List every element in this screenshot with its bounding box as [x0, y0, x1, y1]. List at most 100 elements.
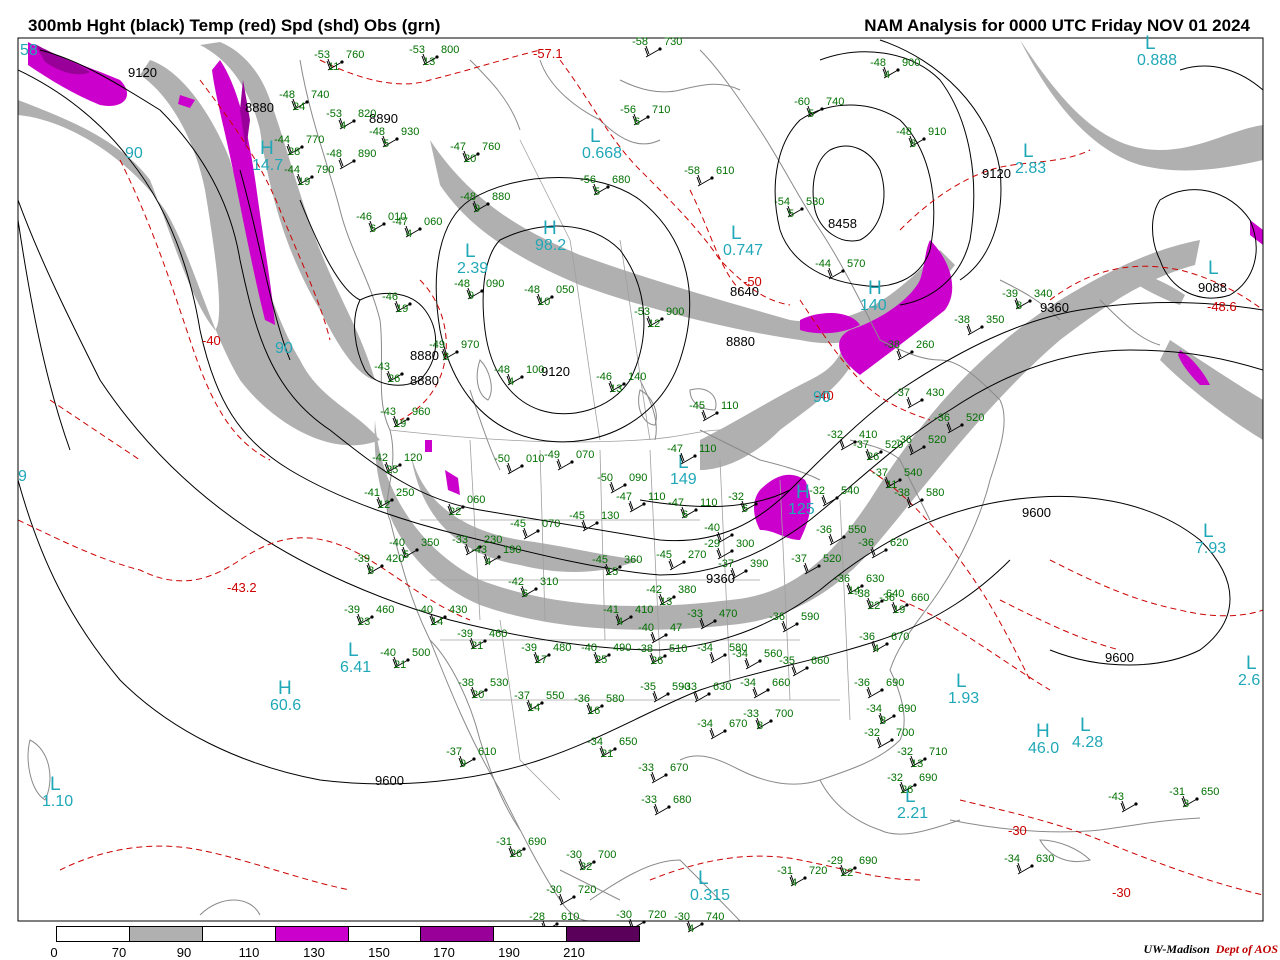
- pressure-center-value: 0.668: [582, 145, 622, 162]
- station-height: 140: [628, 371, 646, 383]
- station-temp: -32: [897, 746, 913, 758]
- station-plot: -45 130: [569, 510, 619, 532]
- station-sub: 19: [396, 303, 408, 315]
- station-temp: -43: [1108, 791, 1124, 803]
- station-height: 110: [648, 491, 666, 503]
- temperature-contour-label: -48.6: [1207, 299, 1237, 314]
- pressure-center-value: 0.315: [690, 887, 730, 904]
- station-temp: -44: [284, 164, 300, 176]
- station-temp: -32: [887, 772, 903, 784]
- station-sub: 20: [464, 153, 476, 165]
- station-sub: 19: [893, 604, 905, 616]
- station-height: 650: [1201, 786, 1219, 798]
- station-sub: 9: [474, 203, 480, 215]
- station-height: 590: [801, 611, 819, 623]
- station-height: 570: [847, 258, 865, 270]
- station-plot: -33 630: [681, 681, 731, 703]
- height-contour-label: 9360: [706, 571, 735, 586]
- station-plot: -4619: [382, 291, 412, 315]
- station-plot: -31 650 3: [1169, 786, 1219, 810]
- station-temp: -34: [587, 736, 603, 748]
- pressure-center-type: H: [260, 138, 274, 159]
- station-temp: -45: [569, 510, 585, 522]
- station-height: 630: [1036, 853, 1054, 865]
- station-temp: -36: [896, 434, 912, 446]
- station-height: 710: [929, 746, 947, 758]
- station-temp: -38: [884, 339, 900, 351]
- station-plot: -36 670 4: [859, 631, 909, 655]
- station-sub: 11: [328, 61, 339, 73]
- pressure-center-value: 149: [670, 471, 697, 488]
- station-height: 610: [716, 165, 734, 177]
- height-contour-label: 9600: [1105, 650, 1134, 665]
- station-temp: -33: [452, 534, 468, 546]
- pressure-center-type: L: [590, 126, 601, 147]
- pressure-center-value: 0.747: [723, 242, 763, 259]
- station-sub: 8: [443, 351, 449, 363]
- station-temp: -58: [632, 36, 648, 48]
- station-temp: -34: [697, 642, 713, 654]
- station-height: 790: [316, 164, 334, 176]
- pressure-center: L0.668: [582, 126, 622, 162]
- station-height: 890: [358, 148, 376, 160]
- station-plot: -38 260: [884, 339, 934, 361]
- height-contour-label: 9600: [1022, 505, 1051, 520]
- station-temp: -36: [859, 631, 875, 643]
- pressure-center-value: 1.10: [42, 793, 73, 810]
- station-height: 47: [670, 622, 682, 634]
- legend-swatch: [421, 927, 495, 941]
- pressure-center-type: L: [1145, 33, 1156, 54]
- pressure-center-value: 4.28: [1072, 734, 1103, 751]
- station-sub: 22: [449, 506, 461, 518]
- station-height: 670: [670, 762, 688, 774]
- station-height: 410: [635, 604, 653, 616]
- station-temp: -49: [544, 449, 560, 461]
- station-temp: -28: [529, 911, 545, 923]
- station-height: 510: [669, 643, 687, 655]
- station-sub: 4: [873, 643, 879, 655]
- station-temp: -37: [514, 690, 530, 702]
- height-contour-label: 9088: [1198, 280, 1227, 295]
- station-temp: -45: [689, 400, 705, 412]
- station-temp: -43: [374, 361, 390, 373]
- station-sub: 9: [460, 758, 466, 770]
- station-temp: -37: [791, 553, 807, 565]
- station-height: 390: [750, 558, 768, 570]
- station-temp: -42: [508, 576, 524, 588]
- pressure-center: H60.6: [270, 678, 301, 714]
- station-temp: -48: [369, 126, 385, 138]
- station-sub: 26: [901, 784, 913, 796]
- station-height: 610: [478, 746, 496, 758]
- station-temp: -47: [450, 141, 466, 153]
- legend-swatch: [567, 927, 639, 941]
- station-height: 740: [311, 89, 329, 101]
- station-temp: -44: [274, 134, 290, 146]
- pressure-center-value: 60.6: [270, 697, 301, 714]
- station-temp: -32: [809, 485, 825, 497]
- station-temp: -34: [740, 677, 756, 689]
- pressure-center: H140: [860, 278, 887, 314]
- station-height: 480: [553, 642, 571, 654]
- station-temp: -40: [380, 647, 396, 659]
- station-plot: -30 700 32: [566, 849, 616, 873]
- pressure-center-type: L: [698, 868, 709, 889]
- station-plot: -37 550 14: [514, 690, 564, 714]
- station-plot: -39 420 8: [354, 553, 404, 577]
- station-plot: -48 910 8: [896, 126, 946, 150]
- station-plot: -39 460 23: [344, 604, 394, 628]
- station-temp: -43: [471, 544, 487, 556]
- station-temp: -34: [697, 718, 713, 730]
- station-sub: 3: [1183, 798, 1189, 810]
- station-temp: -30: [616, 909, 632, 921]
- station-temp: -36: [934, 412, 950, 424]
- station-height: 360: [624, 554, 642, 566]
- station-height: 770: [306, 134, 324, 146]
- station-plot: -45 110: [689, 400, 739, 422]
- station-temp: -35: [640, 681, 656, 693]
- station-temp: -40: [638, 622, 654, 634]
- station-plot: -36 580 16: [574, 693, 624, 717]
- station-temp: -48: [494, 364, 510, 376]
- pressure-center-value: 2.39: [457, 260, 488, 277]
- station-sub: 17: [535, 654, 547, 666]
- station-sub: 12: [378, 499, 390, 511]
